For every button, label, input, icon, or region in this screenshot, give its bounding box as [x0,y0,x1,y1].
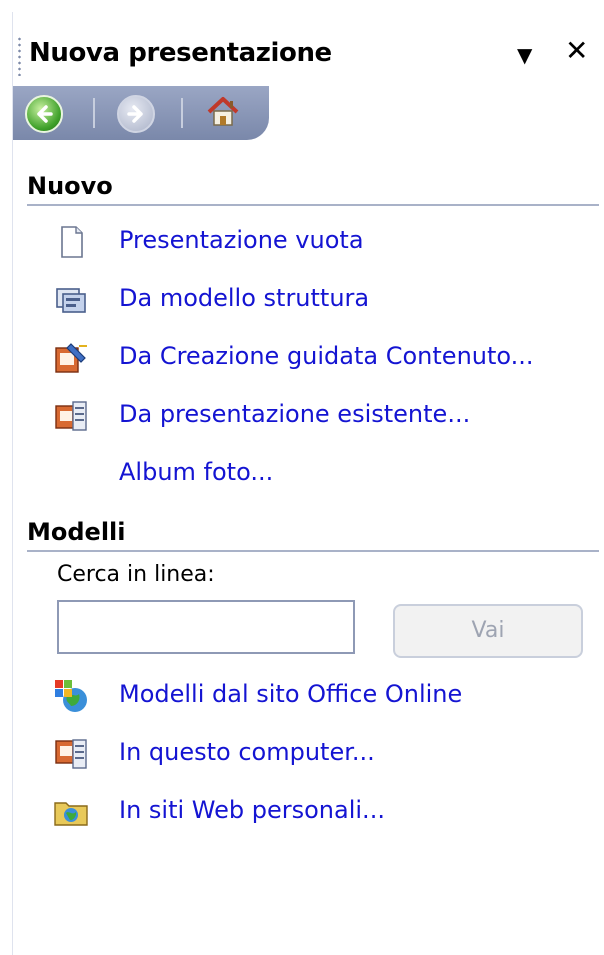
section-heading-nuovo: Nuovo [27,172,113,200]
task-pane: Nuova presentazione ▼ ✕ Nuovo Presentazi… [12,12,604,955]
from-content-wizard-label[interactable]: Da Creazione guidata Contenuto... [119,342,534,370]
computer-templates-icon [53,736,89,772]
search-online-label: Cerca in linea: [57,562,215,587]
on-my-web-sites-label[interactable]: In siti Web personali... [119,796,385,824]
close-icon[interactable]: ✕ [565,36,588,66]
on-my-computer-label[interactable]: In questo computer... [119,738,375,766]
new-blank-presentation-link[interactable]: Presentazione vuota [53,222,601,262]
section-divider [27,204,599,206]
pane-menu-dropdown-icon[interactable]: ▼ [517,40,532,70]
photo-album-link[interactable]: Album foto... [53,454,601,494]
section-divider [27,550,599,552]
on-my-computer-link[interactable]: In questo computer... [53,734,601,774]
from-design-template-link[interactable]: Da modello struttura [53,280,601,320]
drag-grip[interactable] [18,36,21,76]
back-arrow-icon[interactable] [25,95,63,133]
office-online-globe-icon [53,678,89,714]
from-existing-presentation-link[interactable]: Da presentazione esistente... [53,396,601,436]
home-icon[interactable] [205,94,241,130]
go-button[interactable]: Vai [393,604,583,658]
office-online-templates-label[interactable]: Modelli dal sito Office Online [119,680,462,708]
task-pane-title: Nuova presentazione [29,38,332,68]
from-content-wizard-link[interactable]: Da Creazione guidata Contenuto... [53,338,601,378]
new-blank-presentation-label[interactable]: Presentazione vuota [119,226,364,254]
on-my-web-sites-link[interactable]: In siti Web personali... [53,792,601,832]
toolbar-separator [93,98,95,128]
web-folder-icon [53,794,89,830]
office-online-templates-link[interactable]: Modelli dal sito Office Online [53,676,601,716]
wizard-icon [53,340,89,376]
photo-album-label[interactable]: Album foto... [119,458,273,486]
search-online-input[interactable] [57,600,355,654]
design-template-icon [53,282,89,318]
blank-page-icon [53,224,89,260]
from-design-template-label[interactable]: Da modello struttura [119,284,369,312]
section-heading-modelli: Modelli [27,518,126,546]
toolbar-separator [181,98,183,128]
task-pane-titlebar: Nuova presentazione ▼ ✕ [13,32,604,80]
forward-arrow-icon[interactable] [117,95,155,133]
navigation-toolbar [13,86,269,140]
from-existing-presentation-label[interactable]: Da presentazione esistente... [119,400,470,428]
existing-presentation-icon [53,398,89,434]
